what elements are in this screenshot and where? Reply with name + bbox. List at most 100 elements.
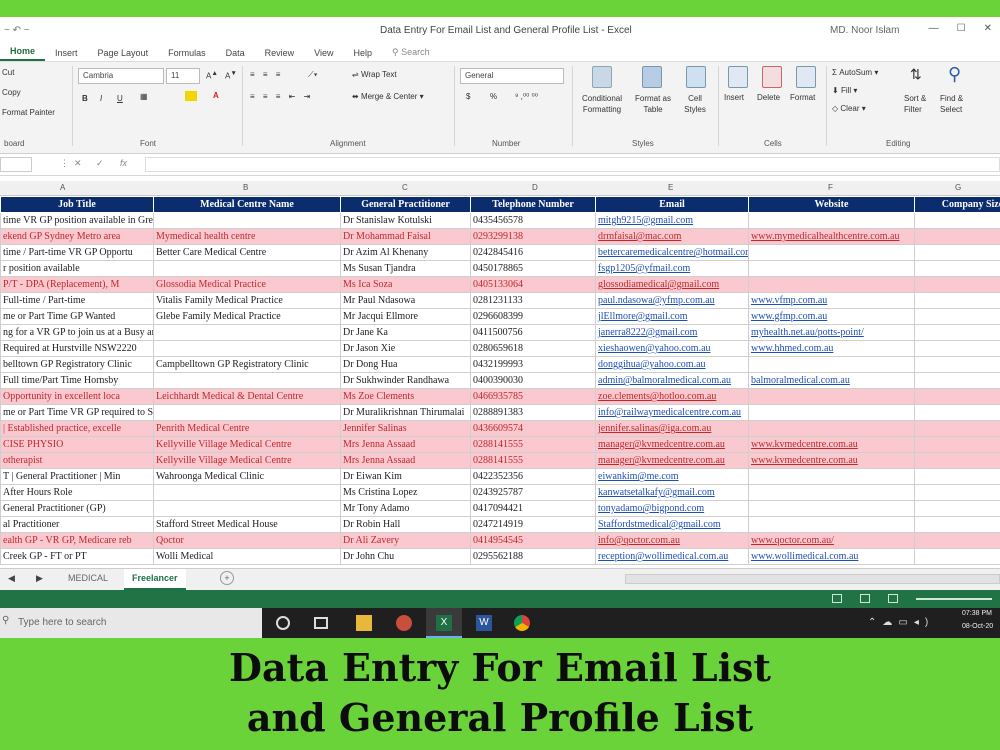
column-letter[interactable]: B — [243, 183, 248, 192]
cell-telephone[interactable]: 0295562188 — [470, 548, 596, 565]
cell-website[interactable]: www.vfmp.com.au — [748, 292, 915, 309]
cell-job-title[interactable]: ng for a VR GP to join us at a Busy and … — [0, 324, 154, 341]
copy-button[interactable]: Copy — [2, 88, 21, 97]
cell-practitioner[interactable]: Mrs Jenna Assaad — [340, 452, 471, 469]
cell-email[interactable]: mitgh9215@gmail.com — [595, 212, 749, 229]
excel-taskbar-icon[interactable]: X — [436, 615, 452, 631]
fill-button[interactable]: ⬇ Fill ▾ — [832, 86, 857, 95]
header-company-size[interactable]: Company Size — [914, 196, 1000, 213]
cell-medical-centre[interactable] — [153, 404, 341, 421]
cell-telephone[interactable]: 0466935785 — [470, 388, 596, 405]
cell-telephone[interactable]: 0450178865 — [470, 260, 596, 277]
cell-medical-centre[interactable]: Wolli Medical — [153, 548, 341, 565]
insert-function-icon[interactable]: fx — [120, 158, 127, 168]
cell-telephone[interactable]: 0400390030 — [470, 372, 596, 389]
cell-medical-centre[interactable]: Kellyville Village Medical Centre — [153, 436, 341, 453]
align-left-icon[interactable]: ≡ ≡ ≡ ⇤ ⇥ — [250, 92, 313, 101]
cell-company-size[interactable] — [914, 228, 1000, 245]
cell-company-size[interactable] — [914, 372, 1000, 389]
cell-medical-centre[interactable]: Glebe Family Medical Practice — [153, 308, 341, 325]
chrome-taskbar-icon[interactable] — [514, 615, 530, 631]
cell-email[interactable]: janerra8222@gmail.com — [595, 324, 749, 341]
cell-telephone[interactable]: 0247214919 — [470, 516, 596, 533]
cell-company-size[interactable] — [914, 548, 1000, 565]
cell-email[interactable]: xieshaowen@yahoo.com.au — [595, 340, 749, 357]
cell-medical-centre[interactable] — [153, 500, 341, 517]
bold-button[interactable]: B — [82, 94, 88, 103]
user-name[interactable]: MD. Noor Islam — [830, 25, 899, 36]
cell-job-title[interactable]: me or Part Time GP Wanted — [0, 308, 154, 325]
format-cells-button[interactable]: Format — [790, 93, 815, 102]
tab-help[interactable]: Help — [343, 48, 382, 61]
cell-telephone[interactable]: 0417094421 — [470, 500, 596, 517]
column-letter[interactable]: D — [532, 183, 538, 192]
cell-email[interactable]: kanwatsetalkafy@gmail.com — [595, 484, 749, 501]
cell-job-title[interactable]: General Practitioner (GP) — [0, 500, 154, 517]
header-medical-centre[interactable]: Medical Centre Name — [153, 196, 341, 213]
cell-job-title[interactable]: Required at Hurstville NSW2220 — [0, 340, 154, 357]
cell-medical-centre[interactable]: Glossodia Medical Practice — [153, 276, 341, 293]
cell-practitioner[interactable]: Dr Robin Hall — [340, 516, 471, 533]
find-select-button[interactable]: Find & Select — [940, 93, 974, 115]
cell-practitioner[interactable]: Ms Cristina Lopez — [340, 484, 471, 501]
header-job-title[interactable]: Job Title — [0, 196, 154, 213]
cell-job-title[interactable]: Full-time / Part-time — [0, 292, 154, 309]
normal-view-icon[interactable] — [832, 594, 842, 603]
word-taskbar-icon[interactable]: W — [476, 615, 492, 631]
scroll-sheets-right-icon[interactable]: ▶ — [36, 573, 43, 584]
cell-job-title[interactable]: belltown GP Registratory Clinic — [0, 356, 154, 373]
cell-email[interactable]: manager@kvmedcentre.com.au — [595, 436, 749, 453]
cell-company-size[interactable] — [914, 356, 1000, 373]
formula-options-icon[interactable]: ⋮ — [60, 158, 69, 169]
page-break-view-icon[interactable] — [888, 594, 898, 603]
cell-email[interactable]: bettercaremedicalcentre@hotmail.com — [595, 244, 749, 261]
cell-medical-centre[interactable] — [153, 372, 341, 389]
cell-website[interactable]: www.gfmp.com.au — [748, 308, 915, 325]
cell-medical-centre[interactable]: Qoctor — [153, 532, 341, 549]
sort-filter-button[interactable]: Sort & Filter — [904, 93, 934, 115]
format-as-table-button[interactable]: Format as Table — [632, 93, 674, 115]
cell-company-size[interactable] — [914, 420, 1000, 437]
column-letter[interactable]: E — [668, 183, 673, 192]
format-painter-button[interactable]: Format Painter — [2, 108, 55, 117]
cell-job-title[interactable]: me or Part Time VR GP required to Start … — [0, 404, 154, 421]
cell-company-size[interactable] — [914, 452, 1000, 469]
cell-medical-centre[interactable]: Mymedical health centre — [153, 228, 341, 245]
file-explorer-icon[interactable] — [356, 615, 372, 631]
cell-email[interactable]: Staffordstmedical@gmail.com — [595, 516, 749, 533]
cell-email[interactable]: eiwankim@me.com — [595, 468, 749, 485]
zoom-slider[interactable] — [916, 598, 992, 600]
column-letter[interactable]: G — [955, 183, 961, 192]
cell-practitioner[interactable]: Ms Zoe Clements — [340, 388, 471, 405]
cell-company-size[interactable] — [914, 244, 1000, 261]
cell-practitioner[interactable]: Ms Susan Tjandra — [340, 260, 471, 277]
font-grow-icon[interactable]: A▲ — [206, 70, 218, 81]
cell-company-size[interactable] — [914, 260, 1000, 277]
cell-job-title[interactable]: Full time/Part Time Hornsby — [0, 372, 154, 389]
cell-job-title[interactable]: ekend GP Sydney Metro area — [0, 228, 154, 245]
cell-practitioner[interactable]: Dr Stanislaw Kotulski — [340, 212, 471, 229]
cell-website[interactable]: balmoralmedical.com.au — [748, 372, 915, 389]
cell-email[interactable]: donggihua@yahoo.com.au — [595, 356, 749, 373]
cell-practitioner[interactable]: Jennifer Salinas — [340, 420, 471, 437]
cell-telephone[interactable]: 0405133064 — [470, 276, 596, 293]
column-letter[interactable]: A — [60, 183, 65, 192]
insert-cells-button[interactable]: Insert — [724, 93, 744, 102]
cell-email[interactable]: glossodiamedical@gmail.com — [595, 276, 749, 293]
cell-practitioner[interactable]: Dr Sukhwinder Randhawa — [340, 372, 471, 389]
cell-telephone[interactable]: 0288141555 — [470, 436, 596, 453]
cancel-entry-icon[interactable]: ✕ — [74, 158, 82, 169]
maximize-icon[interactable]: ☐ — [957, 23, 966, 34]
cell-medical-centre[interactable]: Penrith Medical Centre — [153, 420, 341, 437]
cell-medical-centre[interactable] — [153, 340, 341, 357]
header-general-practitioner[interactable]: General Practitioner — [340, 196, 471, 213]
header-email[interactable]: Email — [595, 196, 749, 213]
tab-data[interactable]: Data — [216, 48, 255, 61]
cell-job-title[interactable]: CISE PHYSIO — [0, 436, 154, 453]
percent-button[interactable]: % — [490, 92, 497, 101]
cell-company-size[interactable] — [914, 276, 1000, 293]
cut-button[interactable]: Cut — [2, 68, 14, 77]
font-name-select[interactable]: Cambria — [78, 68, 164, 84]
underline-button[interactable]: U — [117, 94, 123, 103]
cell-practitioner[interactable]: Dr Muralikrishnan Thirumalai — [340, 404, 471, 421]
